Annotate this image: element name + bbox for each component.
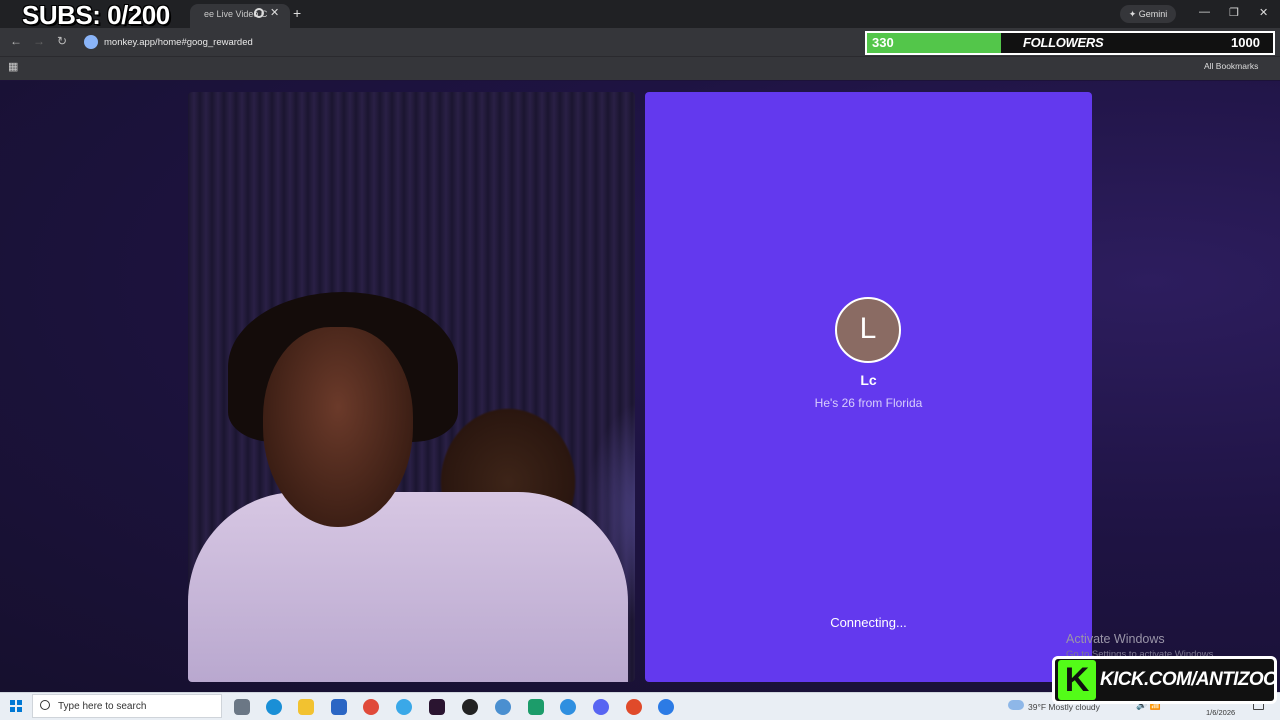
taskbar-search-placeholder: Type here to search: [58, 701, 147, 712]
match-name: Lc: [860, 372, 877, 388]
edge-icon[interactable]: [266, 699, 282, 715]
copilot-icon[interactable]: [396, 699, 412, 715]
discord-icon[interactable]: [593, 699, 609, 715]
davinci-icon[interactable]: [429, 699, 445, 715]
chrome-icon[interactable]: [363, 699, 379, 715]
local-video-feed: [188, 92, 635, 682]
apps-grid-icon[interactable]: ▦: [8, 60, 18, 73]
brave-icon[interactable]: [626, 699, 642, 715]
app-icon-4[interactable]: [658, 699, 674, 715]
kick-logo-icon: K: [1058, 660, 1096, 700]
close-window-icon[interactable]: ✕: [1259, 6, 1268, 19]
4k-downloader-icon[interactable]: [462, 699, 478, 715]
bookmarks-bar: [0, 56, 1280, 80]
store-icon[interactable]: [331, 699, 347, 715]
app-icon-2[interactable]: [528, 699, 544, 715]
audio-playing-icon[interactable]: [254, 8, 264, 18]
followers-current: 330: [872, 35, 894, 50]
app-icon-3[interactable]: [560, 699, 576, 715]
forward-icon[interactable]: →: [33, 34, 45, 48]
subs-counter: SUBS: 0/200: [22, 0, 170, 30]
address-bar[interactable]: monkey.app/home#goog_rewarded: [104, 37, 253, 48]
file-explorer-icon[interactable]: [298, 699, 314, 715]
all-bookmarks-button[interactable]: All Bookmarks: [1204, 61, 1258, 71]
followers-label: FOLLOWERS: [1023, 35, 1104, 50]
app-icon[interactable]: [495, 699, 511, 715]
restore-icon[interactable]: ❐: [1229, 6, 1239, 19]
video-shirt: [188, 492, 628, 682]
clock-date[interactable]: 1/6/2026: [1206, 708, 1235, 717]
search-icon: [40, 700, 50, 710]
back-icon[interactable]: ←: [10, 34, 22, 48]
avatar: L: [835, 297, 901, 363]
activate-windows-title: Activate Windows: [1066, 632, 1165, 646]
match-bio: He's 26 from Florida: [814, 396, 923, 410]
reload-icon[interactable]: ↻: [57, 34, 67, 48]
site-info-icon[interactable]: [84, 35, 98, 49]
gemini-button[interactable]: ✦ Gemini: [1120, 5, 1176, 23]
followers-target: 1000: [1231, 35, 1260, 50]
connection-status: Connecting...: [830, 615, 907, 630]
task-view-icon[interactable]: [234, 699, 250, 715]
minimize-icon[interactable]: —: [1199, 6, 1210, 18]
kick-url: KICK.COM/ANTIZOC: [1100, 669, 1277, 690]
weather-icon: [1008, 700, 1024, 710]
windows-start-icon[interactable]: [10, 700, 22, 712]
video-face: [263, 327, 413, 527]
tab-close-icon[interactable]: ✕: [270, 6, 279, 19]
new-tab-button[interactable]: +: [293, 5, 301, 21]
